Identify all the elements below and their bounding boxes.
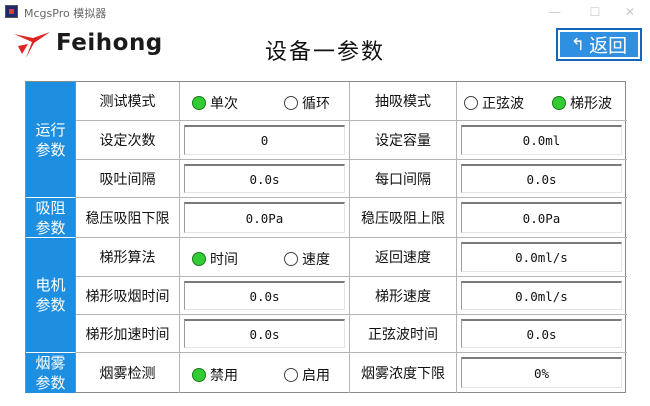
set-count-cell: 0 xyxy=(180,121,350,160)
back-button-face: ↰ 返回 xyxy=(560,32,638,57)
return-arrow-icon: ↰ xyxy=(570,34,586,55)
puff-interval-input[interactable]: 0.0s xyxy=(184,164,345,193)
trapezoid-smoke-time-input[interactable]: 0.0s xyxy=(184,281,345,310)
label-smoke-concentration-low: 烟雾浓度下限 xyxy=(350,353,457,393)
section-motor-params: 电机 参数 xyxy=(26,238,76,353)
pump-mode-cell: 正弦波 梯形波 xyxy=(457,82,627,121)
radio-algorithm-speed[interactable]: 速度 xyxy=(284,249,330,269)
section-smoke-params: 烟雾 参数 xyxy=(26,353,76,393)
radio-label: 禁用 xyxy=(210,368,238,384)
maximize-button[interactable]: ☐ xyxy=(580,2,610,22)
resistance-low-input[interactable]: 0.0Pa xyxy=(184,202,345,233)
section-resistance-params: 吸阻 参数 xyxy=(26,198,76,238)
minimize-button[interactable]: — xyxy=(540,2,570,22)
port-interval-input[interactable]: 0.0s xyxy=(461,164,622,193)
radio-label: 循环 xyxy=(302,96,330,112)
radio-label: 单次 xyxy=(210,96,238,112)
radio-selected-icon xyxy=(552,96,566,110)
smoke-concentration-low-input[interactable]: 0% xyxy=(461,357,622,388)
radio-smoke-enabled[interactable]: 启用 xyxy=(284,365,330,385)
radio-label: 梯形波 xyxy=(570,96,612,112)
return-speed-cell: 0.0ml/s xyxy=(457,238,627,277)
label-pump-mode: 抽吸模式 xyxy=(350,82,457,121)
radio-pump-mode-trapezoid[interactable]: 梯形波 xyxy=(552,93,612,113)
label-trapezoid-speed: 梯形速度 xyxy=(350,277,457,315)
simulator-window: McgsPro 模拟器 — ☐ ✕ Feihong 设备一参数 ↰ 返回 运行 … xyxy=(0,0,650,406)
back-button-label: 返回 xyxy=(589,35,628,57)
set-volume-cell: 0.0ml xyxy=(457,121,627,160)
radio-test-mode-single[interactable]: 单次 xyxy=(192,93,238,113)
set-volume-input[interactable]: 0.0ml xyxy=(461,125,622,155)
set-count-input[interactable]: 0 xyxy=(184,125,345,155)
sine-time-cell: 0.0s xyxy=(457,315,627,353)
label-puff-interval: 吸吐间隔 xyxy=(76,160,180,198)
smoke-detect-cell: 禁用 启用 xyxy=(180,353,350,393)
label-smoke-detect: 烟雾检测 xyxy=(76,353,180,393)
trapezoid-speed-input[interactable]: 0.0ml/s xyxy=(461,281,622,310)
puff-interval-cell: 0.0s xyxy=(180,160,350,198)
section-run-params: 运行 参数 xyxy=(26,82,76,198)
trapezoid-smoke-time-cell: 0.0s xyxy=(180,277,350,315)
radio-algorithm-time[interactable]: 时间 xyxy=(192,249,238,269)
close-button[interactable]: ✕ xyxy=(615,2,645,22)
label-set-volume: 设定容量 xyxy=(350,121,457,160)
radio-label: 时间 xyxy=(210,252,238,268)
smoke-concentration-low-cell: 0% xyxy=(457,353,627,393)
return-speed-input[interactable]: 0.0ml/s xyxy=(461,242,622,272)
sine-time-input[interactable]: 0.0s xyxy=(461,319,622,348)
label-sine-time: 正弦波时间 xyxy=(350,315,457,353)
resistance-high-input[interactable]: 0.0Pa xyxy=(461,202,622,233)
resistance-low-cell: 0.0Pa xyxy=(180,198,350,238)
test-mode-cell: 单次 循环 xyxy=(180,82,350,121)
title-bar: McgsPro 模拟器 — ☐ ✕ xyxy=(0,0,650,24)
app-icon xyxy=(5,5,18,18)
label-set-count: 设定次数 xyxy=(76,121,180,160)
label-resistance-low: 稳压吸阻下限 xyxy=(76,198,180,238)
label-port-interval: 每口间隔 xyxy=(350,160,457,198)
radio-selected-icon xyxy=(192,368,206,382)
radio-label: 速度 xyxy=(302,252,330,268)
radio-unselected-icon xyxy=(284,368,298,382)
label-trapezoid-algorithm: 梯形算法 xyxy=(76,238,180,277)
label-return-speed: 返回速度 xyxy=(350,238,457,277)
radio-smoke-disabled[interactable]: 禁用 xyxy=(192,365,238,385)
radio-label: 启用 xyxy=(302,368,330,384)
radio-test-mode-loop[interactable]: 循环 xyxy=(284,93,330,113)
resistance-high-cell: 0.0Pa xyxy=(457,198,627,238)
label-trapezoid-smoke-time: 梯形吸烟时间 xyxy=(76,277,180,315)
parameter-grid: 运行 参数 吸阻 参数 电机 参数 烟雾 参数 测试模式 单次 循环 抽吸模式 … xyxy=(25,81,627,393)
radio-unselected-icon xyxy=(284,252,298,266)
radio-pump-mode-sine[interactable]: 正弦波 xyxy=(464,93,524,113)
trapezoid-accel-time-input[interactable]: 0.0s xyxy=(184,319,345,348)
label-trapezoid-accel-time: 梯形加速时间 xyxy=(76,315,180,353)
radio-selected-icon xyxy=(192,96,206,110)
radio-unselected-icon xyxy=(284,96,298,110)
label-resistance-high: 稳压吸阻上限 xyxy=(350,198,457,238)
trapezoid-algorithm-cell: 时间 速度 xyxy=(180,238,350,277)
radio-label: 正弦波 xyxy=(482,96,524,112)
page-title: 设备一参数 xyxy=(264,40,385,65)
radio-selected-icon xyxy=(192,252,206,266)
back-button[interactable]: ↰ 返回 xyxy=(556,28,642,61)
label-test-mode: 测试模式 xyxy=(76,82,180,121)
trapezoid-speed-cell: 0.0ml/s xyxy=(457,277,627,315)
trapezoid-accel-time-cell: 0.0s xyxy=(180,315,350,353)
radio-unselected-icon xyxy=(464,96,478,110)
window-title: McgsPro 模拟器 xyxy=(24,7,107,20)
port-interval-cell: 0.0s xyxy=(457,160,627,198)
